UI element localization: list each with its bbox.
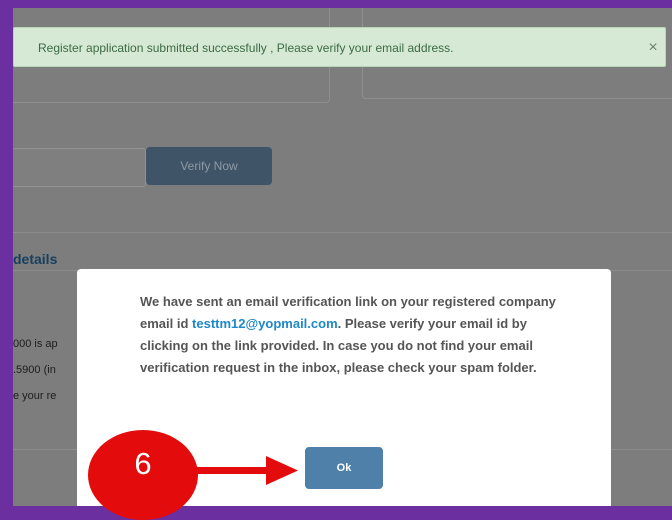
frame-top-border	[0, 0, 672, 8]
background-text: e your re	[13, 390, 57, 402]
section-heading: details	[13, 251, 58, 267]
background-text: .5900 (in	[13, 364, 56, 376]
registered-email: testtm12@yopmail.com	[192, 316, 338, 331]
pointer-arrow-icon	[170, 456, 298, 485]
divider	[13, 232, 672, 233]
verification-code-input	[13, 148, 146, 187]
modal-message: We have sent an email verification link …	[140, 291, 560, 379]
alert-message: Register application submitted successfu…	[38, 41, 454, 55]
background-text: 000 is ap	[13, 338, 58, 350]
verify-now-button: Verify Now	[146, 147, 272, 185]
frame-left-border	[0, 0, 13, 506]
close-icon[interactable]: ×	[644, 28, 662, 68]
browser-frame: Verify Now details 000 is ap .5900 (in e…	[0, 0, 672, 520]
success-alert: Register application submitted successfu…	[13, 27, 666, 67]
ok-button[interactable]: Ok	[305, 447, 383, 489]
